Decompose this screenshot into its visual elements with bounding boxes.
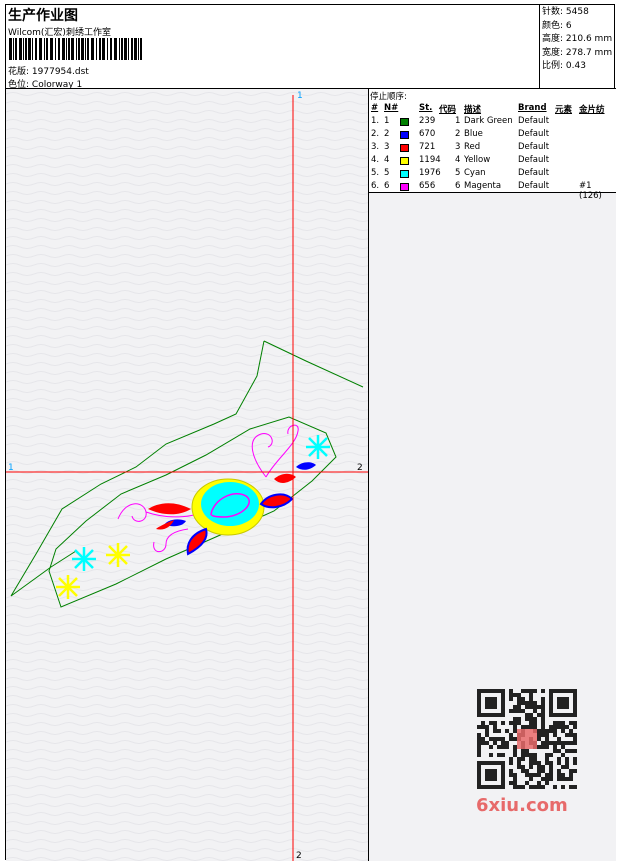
star-cyan-2: [72, 547, 96, 571]
design-canvas: 1 1 2 2: [6, 89, 369, 861]
cell-idx: 2.: [371, 129, 380, 139]
design-height: 高度: 210.6 mm: [542, 34, 613, 44]
cell-brand: Default: [518, 142, 550, 152]
cell-code: 6: [455, 181, 461, 191]
star-yellow-1: [106, 543, 130, 567]
design-line: 花版: 1977954.dst: [8, 64, 89, 77]
cell-code: 1: [455, 116, 461, 126]
cell-desc: Dark Green: [464, 116, 513, 126]
table-header: # N# St. 代码 描述 Brand 元素 金片纺: [371, 103, 605, 115]
barcode: [9, 38, 142, 60]
color-swatch: [400, 157, 409, 165]
cell-n: 2: [384, 129, 390, 139]
design-file: 1977954.dst: [31, 67, 89, 77]
star-cyan-1: [306, 435, 330, 459]
cell-idx: 6.: [371, 181, 380, 191]
color-count: 颜色: 6: [542, 20, 572, 31]
cell-st: 1976: [419, 168, 441, 178]
cell-st: 239: [419, 116, 436, 126]
design-label: 花版:: [8, 67, 30, 77]
axis-mark-top: 1: [297, 91, 303, 101]
cell-idx: 5.: [371, 168, 380, 178]
table-row: 4. 4 1194 4 Yellow Default: [369, 155, 616, 168]
stats-panel: 针数: 5458 颜色: 6 高度: 210.6 mm 宽度: 278.7 mm…: [540, 5, 616, 89]
cell-code: 2: [455, 129, 461, 139]
color-swatch: [400, 131, 409, 139]
cell-brand: Default: [518, 129, 550, 139]
table-row: 6. 6 656 6 Magenta Default #1 (126): [369, 181, 616, 201]
axis-mark-left: 1: [8, 463, 14, 473]
cell-st: 656: [419, 181, 436, 191]
cell-brand: Default: [518, 155, 550, 165]
production-sheet: 生产作业图 Wilcom(汇宏)刺绣工作室 花版: 1977954.dst 色位…: [5, 4, 616, 861]
cell-code: 3: [455, 142, 461, 152]
design-width: 宽度: 278.7 mm: [542, 47, 613, 58]
stop-sequence-title: 停止顺序:: [370, 92, 407, 102]
embroidery-preview: [6, 89, 368, 861]
right-panel: 停止顺序: # N# St. 代码 描述 Brand 元素 金片纺 1. 1 239…: [369, 89, 616, 861]
cell-n: 5: [384, 168, 390, 178]
table-row: 3. 3 721 3 Red Default: [369, 142, 616, 155]
cell-brand: Default: [518, 168, 550, 178]
cell-desc: Blue: [464, 129, 483, 139]
table-row: 2. 2 670 2 Blue Default: [369, 129, 616, 142]
cell-sequin: #1 (126): [579, 181, 602, 201]
axis-mark-bottom: 2: [296, 851, 302, 861]
company-name: Wilcom(汇宏)刺绣工作室: [8, 28, 111, 38]
cell-n: 4: [384, 155, 390, 165]
cell-code: 4: [455, 155, 461, 165]
stop-sequence-table: 停止顺序: # N# St. 代码 描述 Brand 元素 金片纺 1. 1 239…: [369, 89, 616, 201]
color-swatch: [400, 144, 409, 152]
flower-cyan: [201, 482, 259, 526]
cell-desc: Red: [464, 142, 481, 152]
star-yellow-2: [56, 575, 80, 599]
cell-desc: Magenta: [464, 181, 502, 191]
watermark-logo: 6xiu.com: [476, 795, 568, 816]
design-scale: 比例: 0.43: [542, 61, 586, 71]
axis-mark-right: 2: [357, 463, 363, 473]
cell-n: 6: [384, 181, 390, 191]
cell-brand: Default: [518, 116, 550, 126]
sheet-title: 生产作业图: [8, 8, 78, 24]
stitch-count: 针数: 5458: [542, 7, 589, 17]
header-panel: 生产作业图 Wilcom(汇宏)刺绣工作室 花版: 1977954.dst 色位…: [6, 5, 540, 90]
qr-code: [477, 689, 577, 789]
cell-n: 3: [384, 142, 390, 152]
cell-idx: 3.: [371, 142, 380, 152]
cell-desc: Yellow: [464, 155, 491, 165]
cell-n: 1: [384, 116, 390, 126]
cell-idx: 1.: [371, 116, 380, 126]
table-row: 5. 5 1976 5 Cyan Default: [369, 168, 616, 181]
color-swatch: [400, 170, 409, 178]
cell-st: 721: [419, 142, 436, 152]
cell-idx: 4.: [371, 155, 380, 165]
table-row: 1. 1 239 1 Dark Green Default: [369, 116, 616, 129]
cell-desc: Cyan: [464, 168, 486, 178]
cell-st: 670: [419, 129, 436, 139]
color-swatch: [400, 118, 409, 126]
cell-st: 1194: [419, 155, 441, 165]
color-swatch: [400, 183, 409, 191]
cell-code: 5: [455, 168, 461, 178]
cell-brand: Default: [518, 181, 550, 191]
